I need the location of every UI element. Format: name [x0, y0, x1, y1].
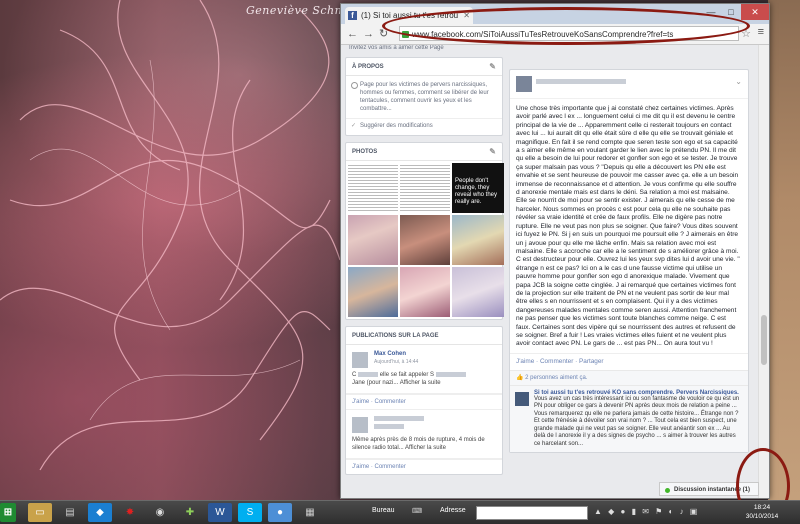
about-header: À PROPOS ✎ — [346, 58, 502, 76]
timeline-post: ⌄ Une chose très importante que j ai con… — [509, 69, 749, 454]
timeline-column: ⌄ Une chose très importante que j ai con… — [509, 69, 749, 454]
avatar[interactable] — [515, 391, 529, 406]
photo-thumbnail[interactable] — [400, 267, 450, 317]
comment-text: Vous avez un cas très intéressant ici ou… — [534, 395, 740, 447]
photo-thumbnail[interactable] — [348, 163, 398, 213]
post-actions[interactable]: J'aime · Commenter — [346, 459, 502, 474]
page-posts-header: PUBLICATIONS SUR LA PAGE — [346, 327, 502, 345]
clock-date: 30/10/2014 — [745, 513, 779, 520]
tools-icon[interactable]: ✚ — [178, 503, 202, 522]
photos-card: PHOTOS ✎ People don't change, they reveal… — [345, 142, 504, 320]
check-icon: ✓ — [351, 123, 357, 129]
hard-drive-icon[interactable]: ▤ — [58, 503, 82, 522]
comment-author[interactable]: Si toi aussi tu t'es retrouvé KO sans co… — [534, 390, 742, 396]
post-author-redacted — [374, 416, 496, 422]
dropbox-icon[interactable]: ◆ — [88, 503, 112, 522]
post-author[interactable]: Max Cohen — [374, 351, 496, 357]
edit-pencil-icon[interactable]: ✎ — [489, 147, 496, 156]
browser-menu-icon[interactable]: ≡ — [758, 26, 764, 38]
skype-icon[interactable]: S — [238, 503, 262, 522]
likes-summary[interactable]: 👍 2 personnes aiment ça. — [510, 369, 748, 385]
chrome-icon[interactable]: ● — [268, 503, 292, 522]
avatar[interactable] — [516, 76, 532, 92]
photo-thumbnail[interactable] — [452, 267, 504, 317]
keyboard-icon[interactable]: ⌨ — [412, 507, 422, 515]
about-card: À PROPOS ✎ Page pour les victimes de perv… — [345, 57, 503, 136]
post-actions[interactable]: J'aime · Commenter — [346, 394, 502, 409]
address-toolbar-label: Adresse — [440, 507, 466, 514]
comment: Si toi aussi tu t'es retrouvé KO sans co… — [510, 384, 748, 453]
post-text: Même après près de 8 mois de rupture, 4 … — [352, 437, 485, 452]
bureau-toolbar-label[interactable]: Bureau — [372, 507, 395, 514]
photo-thumbnail[interactable] — [400, 163, 450, 213]
url-highlight-annotation — [382, 7, 750, 45]
forward-arrow-icon[interactable]: → — [363, 27, 374, 41]
address-input[interactable] — [476, 506, 588, 520]
back-arrow-icon[interactable]: ← — [347, 27, 358, 41]
chevron-down-icon[interactable]: ⌄ — [735, 77, 742, 86]
visitor-post: Max Cohen Aujourd'hui, à 14:44 C elle se… — [346, 345, 502, 394]
edit-pencil-icon[interactable]: ✎ — [489, 62, 496, 71]
system-tray-icons[interactable]: ▲ ◆ ● ▮ ✉ ⚑ ◐ ♪ ▣ — [594, 507, 699, 516]
photo-thumbnail[interactable] — [400, 215, 450, 265]
post-text: C elle se fait appeler S Jane (pour nazi… — [352, 371, 496, 387]
avatar[interactable] — [352, 352, 368, 368]
redacted-text — [435, 371, 466, 377]
system-clock[interactable]: 18:24 30/10/2014 — [742, 503, 782, 521]
word-icon[interactable]: W — [208, 503, 232, 522]
start-button[interactable]: ⊞ — [0, 503, 16, 522]
post-timestamp[interactable]: Aujourd'hui, à 14:44 — [374, 359, 496, 365]
page-scrollbar[interactable] — [758, 45, 769, 498]
left-column: Invitez vos amis à aimer cette Page À PR… — [345, 45, 504, 481]
post-author-redacted — [536, 79, 626, 84]
post-body: Une chose très importante que j ai const… — [516, 105, 740, 348]
info-icon — [351, 82, 358, 89]
post-header: ⌄ — [510, 70, 748, 99]
redacted-text — [358, 371, 379, 377]
facebook-page-content: Invitez vos amis à aimer cette Page À PR… — [341, 45, 759, 498]
invite-friends-text[interactable]: Invitez vos amis à aimer cette Page — [345, 45, 503, 57]
photo-thumbnail-quote[interactable]: People don't change, they reveal who the… — [452, 163, 504, 213]
file-explorer-icon[interactable]: ▭ — [28, 503, 52, 522]
photos-header: PHOTOS ✎ — [346, 143, 502, 161]
desktop-background-strip — [768, 0, 800, 500]
close-window-button[interactable]: ✕ — [741, 4, 769, 20]
photo-thumbnail[interactable] — [452, 215, 504, 265]
photo-thumbnail[interactable] — [348, 215, 398, 265]
suggest-edits-link[interactable]: ✓ Suggérer des modifications — [346, 118, 502, 135]
avatar[interactable] — [352, 417, 368, 433]
calculator-icon[interactable]: ▦ — [298, 503, 322, 522]
taskbar: ⊞ ▭ ▤ ◆ ✸ ◉ ✚ W S ● ▦ Bureau ⌨ Adresse ▲… — [0, 500, 800, 524]
about-description: Page pour les victimes de pervers narcis… — [346, 76, 502, 118]
post-timestamp-redacted — [374, 424, 496, 430]
browser-window: f (1) Si toi aussi tu t'es retrou ✕ — □ … — [340, 3, 770, 499]
photo-thumbnail[interactable] — [348, 267, 398, 317]
scroll-thumb[interactable] — [761, 315, 767, 365]
visitor-post: Même après près de 8 mois de rupture, 4 … — [346, 409, 502, 460]
clock-time: 18:24 — [753, 504, 771, 511]
post-actions[interactable]: J'aime · Commenter · Partager — [510, 352, 748, 370]
photos-grid: People don't change, they reveal who the… — [346, 161, 504, 319]
facebook-favicon-icon: f — [348, 11, 357, 20]
online-status-icon — [665, 488, 670, 493]
star-app-icon[interactable]: ✸ — [118, 503, 142, 522]
page-posts-card: PUBLICATIONS SUR LA PAGE Max Cohen Aujou… — [345, 326, 503, 476]
camera-icon[interactable]: ◉ — [148, 503, 172, 522]
